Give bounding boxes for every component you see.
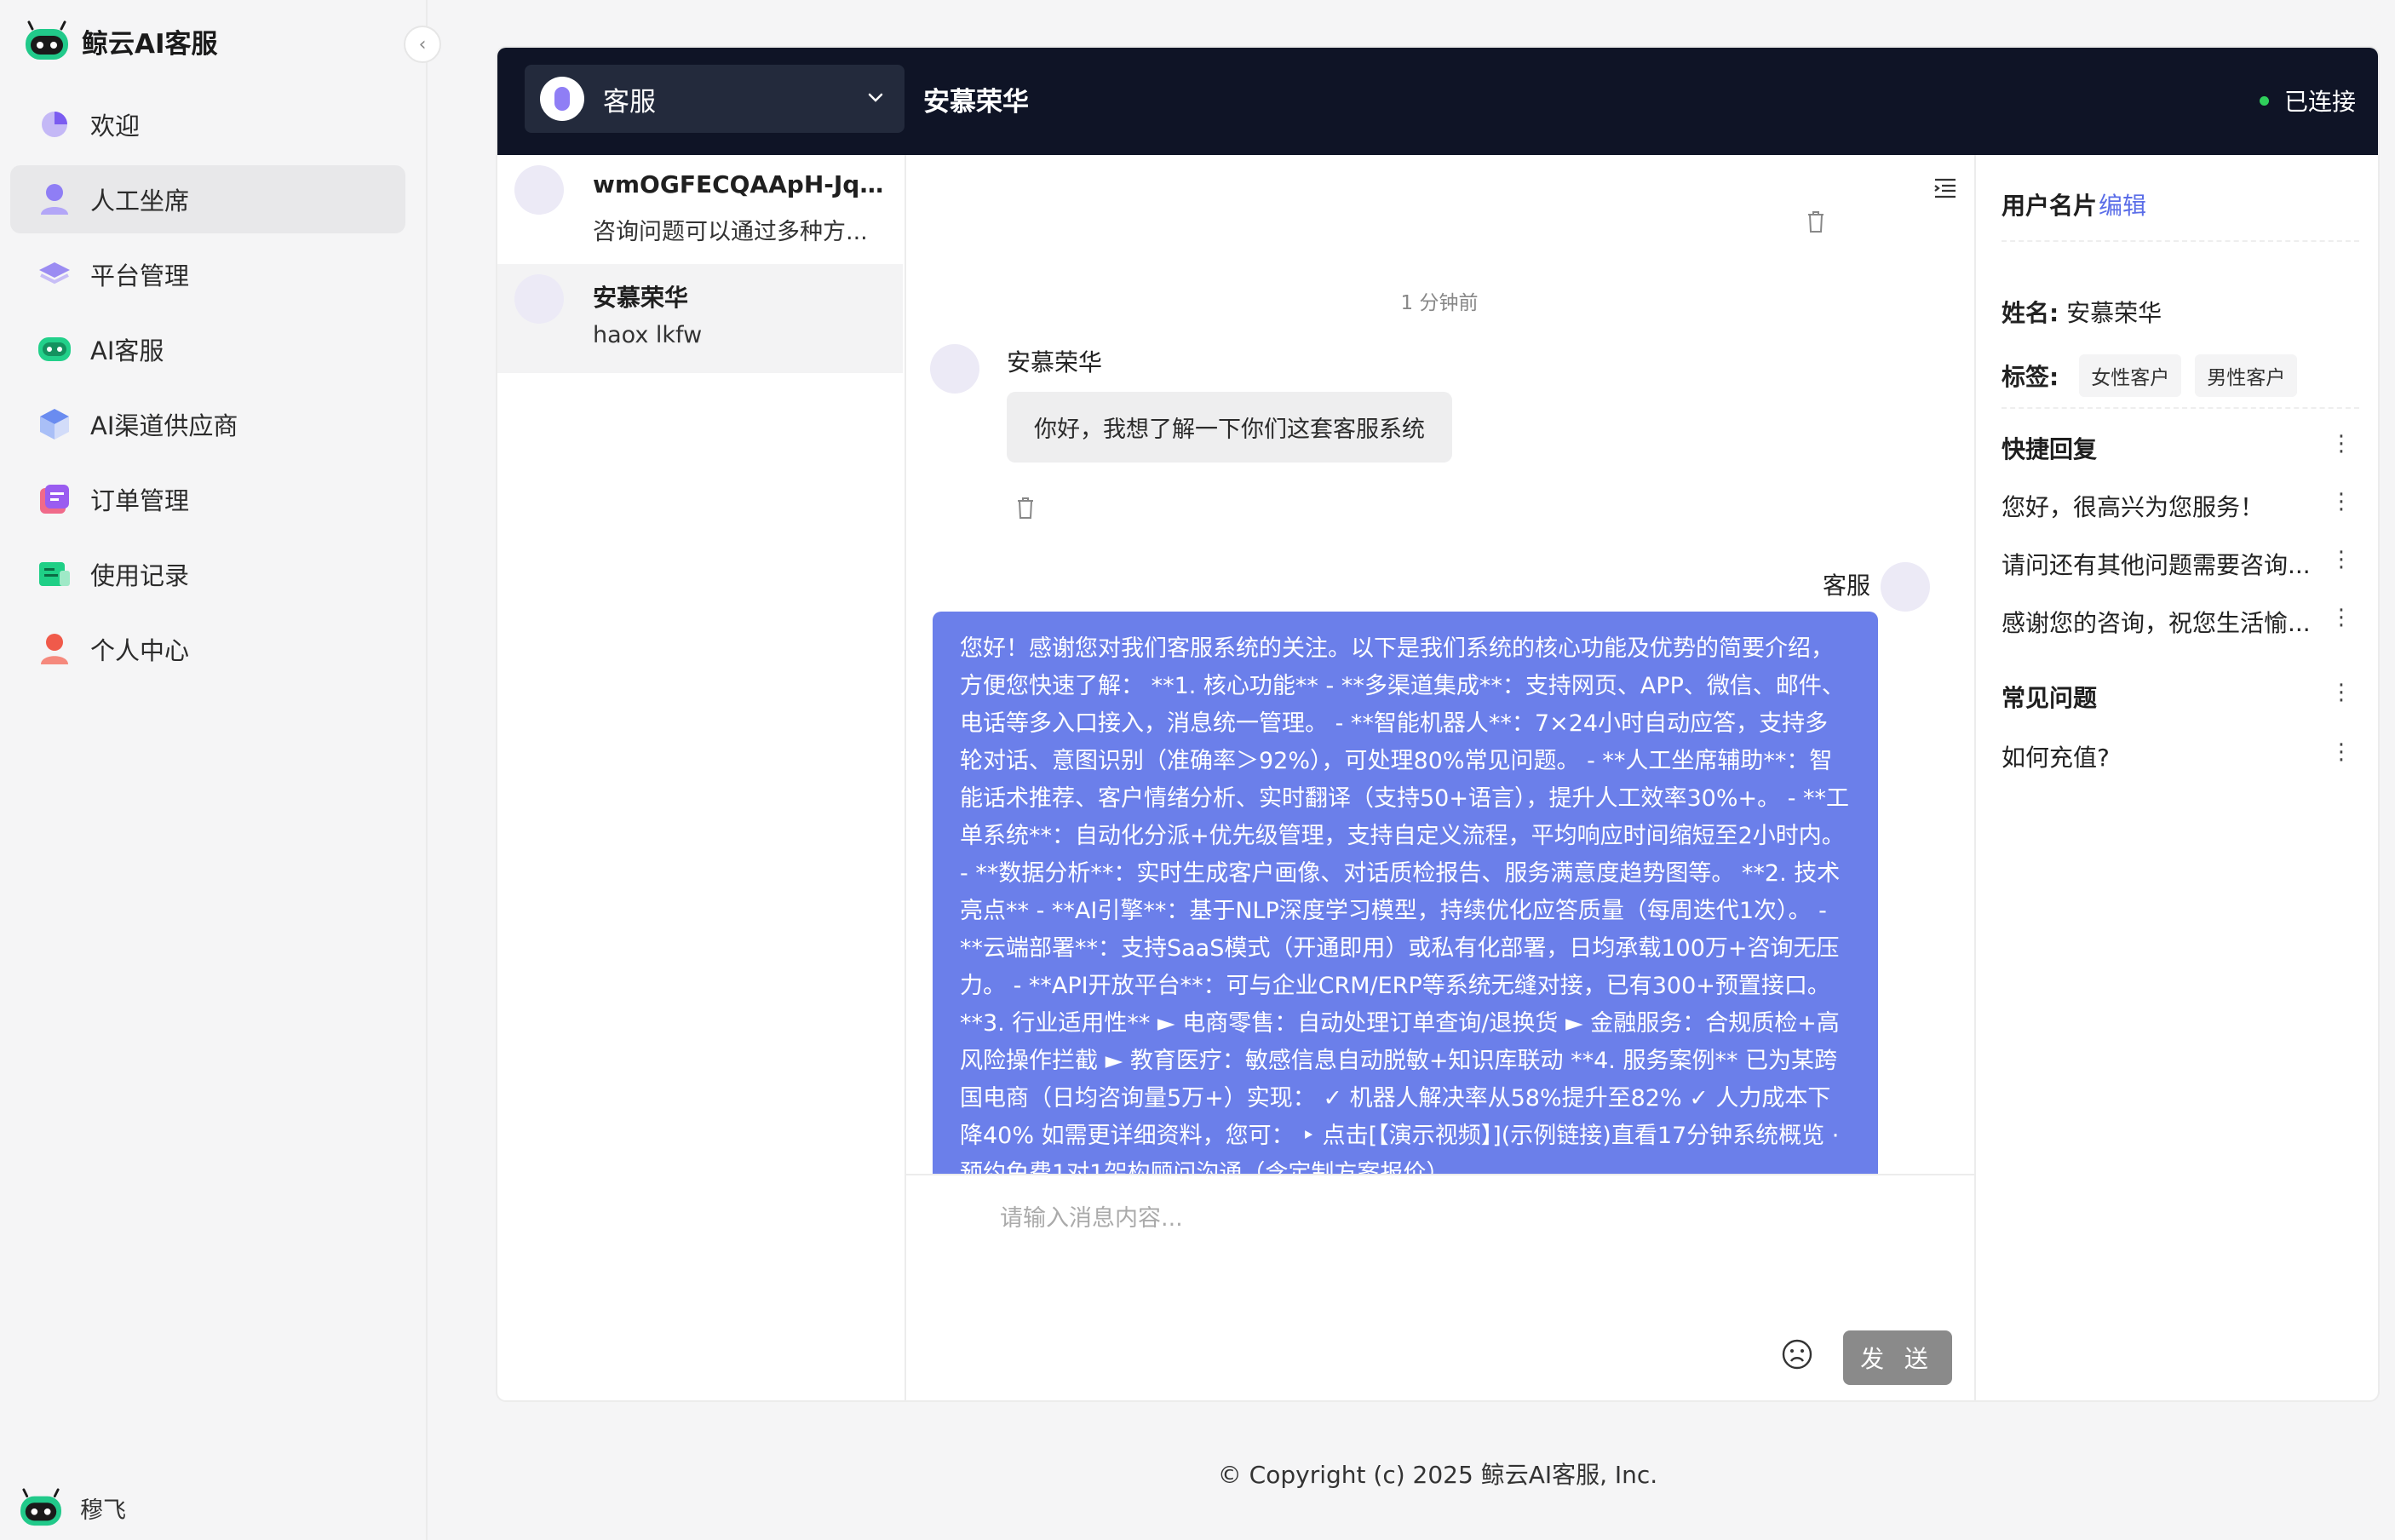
sidebar: 鲸云AI客服 ‹ 欢迎 人工坐席 平台管理 AI客服 AI渠道供应商 订单管理 … — [0, 0, 441, 1540]
layers-icon — [36, 256, 73, 293]
sidebar-item-platform[interactable]: 平台管理 — [10, 240, 405, 308]
order-icon — [36, 480, 73, 518]
tag-badge[interactable]: 女性客户 — [2079, 354, 2182, 397]
quick-reply-item[interactable]: 您好，很高兴为您服务！ — [2002, 489, 2317, 523]
conversation-preview: 咨询问题可以通过多种方... — [593, 219, 868, 245]
message-timestamp: 1 分钟前 — [1400, 292, 1479, 314]
sidebar-item-orders[interactable]: 订单管理 — [10, 465, 405, 533]
sidebar-item-welcome[interactable]: 欢迎 — [10, 90, 405, 158]
agent-select-value: 客服 — [603, 86, 656, 118]
conversation-item-active[interactable]: 安慕荣华 haox lkfw — [497, 264, 903, 373]
sidebar-item-ai-channel[interactable]: AI渠道供应商 — [10, 390, 405, 458]
sidebar-item-profile[interactable]: 个人中心 — [10, 615, 405, 683]
profile-name-row: 姓名: 安慕荣华 — [2002, 295, 2162, 329]
conversation-preview: haox lkfw — [593, 322, 703, 348]
divider — [2002, 240, 2359, 242]
user-center-icon — [36, 630, 73, 668]
avatar — [514, 165, 564, 215]
profile-title: 用户名片 — [2002, 192, 2098, 220]
profile-tags-row: 标签: 女性客户 男性客户 — [2002, 354, 2298, 397]
divider — [2002, 407, 2359, 409]
avatar — [514, 274, 564, 324]
message-input[interactable]: 请输入消息内容... — [1000, 1199, 1183, 1233]
chat-area: 1 分钟前 安慕荣华 你好，我想了解一下你们这套客服系统 客服 您好！感谢您对我… — [905, 155, 1974, 1400]
collapse-panel-icon[interactable] — [1933, 177, 1957, 203]
sidebar-item-label: AI渠道供应商 — [90, 411, 238, 440]
user-info-panel: 用户名片 编辑 姓名: 安慕荣华 标签: 女性客户 男性客户 快捷回复 ⋮ 您好… — [1974, 155, 2378, 1400]
avatar — [20, 1488, 61, 1526]
divider — [905, 1174, 1974, 1175]
sidebar-item-ai-service[interactable]: AI客服 — [10, 315, 405, 383]
avatar — [1881, 562, 1930, 612]
chat-topbar: 客服 安慕荣华 已连接 — [497, 48, 2378, 155]
person-icon — [36, 181, 73, 218]
conversation-list: wmOGFECQAApH-Jqh... 咨询问题可以通过多种方... 安慕荣华 … — [497, 155, 906, 1400]
sidebar-item-label: 使用记录 — [90, 561, 190, 590]
message-sender: 安慕荣华 — [1007, 348, 1103, 376]
quick-reply-item[interactable]: 请问还有其他问题需要咨询... — [2002, 547, 2317, 581]
sidebar-item-label: 人工坐席 — [90, 187, 190, 215]
faq-item[interactable]: 如何充值? — [2002, 739, 2110, 773]
more-icon[interactable]: ⋮ — [2330, 489, 2352, 514]
copyright: © Copyright (c) 2025 鲸云AI客服, Inc. — [1217, 1461, 1658, 1489]
sidebar-item-label: AI客服 — [90, 336, 164, 365]
conversation-name: 安慕荣华 — [593, 284, 689, 312]
agent-select[interactable]: 客服 — [525, 65, 905, 133]
quick-replies-title: 快捷回复 — [2002, 435, 2098, 463]
robot-icon — [36, 330, 73, 368]
sidebar-item-label: 平台管理 — [90, 261, 190, 290]
sidebar-item-agent-seat[interactable]: 人工坐席 — [10, 165, 405, 233]
tag-badge[interactable]: 男性客户 — [2195, 354, 2298, 397]
sidebar-item-label: 欢迎 — [90, 112, 141, 141]
more-icon[interactable]: ⋮ — [2330, 431, 2352, 457]
status-text: 已连接 — [2283, 88, 2356, 116]
send-button[interactable]: 发 送 — [1843, 1330, 1952, 1385]
faq-title: 常见问题 — [2002, 684, 2098, 712]
delete-message-icon[interactable] — [1015, 496, 1036, 523]
status-dot-icon — [2259, 95, 2269, 106]
conversation-name: wmOGFECQAApH-Jqh... — [593, 170, 887, 198]
cube-icon — [36, 405, 73, 443]
name-label: 姓名: — [2002, 299, 2059, 327]
more-icon[interactable]: ⋮ — [2330, 739, 2352, 765]
connection-status: 已连接 — [2259, 83, 2356, 118]
chat-title: 安慕荣华 — [923, 87, 1029, 118]
user-name: 穆飞 — [80, 1497, 126, 1524]
more-icon[interactable]: ⋮ — [2330, 605, 2352, 630]
agent-avatar — [540, 77, 584, 121]
more-icon[interactable]: ⋮ — [2330, 680, 2352, 705]
message-sender: 客服 — [1823, 572, 1871, 600]
chevron-left-icon: ‹ — [418, 33, 427, 55]
sidebar-item-usage-records[interactable]: 使用记录 — [10, 540, 405, 608]
more-icon[interactable]: ⋮ — [2330, 547, 2352, 572]
current-user[interactable]: 穆飞 — [19, 1482, 126, 1533]
name-value: 安慕荣华 — [2066, 299, 2162, 327]
delete-message-icon[interactable] — [1806, 210, 1826, 237]
sidebar-item-label: 订单管理 — [90, 486, 190, 515]
chevron-down-icon — [865, 83, 886, 114]
message-list[interactable]: 1 分钟前 安慕荣华 你好，我想了解一下你们这套客服系统 客服 您好！感谢您对我… — [905, 155, 1974, 1174]
robot-logo-icon — [26, 20, 68, 60]
record-icon — [36, 555, 73, 593]
pie-chart-icon — [36, 106, 73, 143]
incoming-message: 你好，我想了解一下你们这套客服系统 — [1007, 392, 1452, 463]
outgoing-message: 您好！感谢您对我们客服系统的关注。以下是我们系统的核心功能及优势的简要介绍，方便… — [933, 612, 1878, 1174]
tags-label: 标签: — [2002, 363, 2059, 391]
edit-profile-link[interactable]: 编辑 — [2099, 187, 2146, 221]
emoji-icon[interactable] — [1780, 1337, 1814, 1375]
conversation-item[interactable]: wmOGFECQAApH-Jqh... 咨询问题可以通过多种方... — [497, 155, 903, 264]
collapse-sidebar-button[interactable]: ‹ — [404, 26, 441, 63]
avatar — [930, 344, 979, 394]
logo[interactable]: 鲸云AI客服 — [24, 15, 218, 66]
sidebar-item-label: 个人中心 — [90, 636, 190, 665]
main-panel: 客服 安慕荣华 已连接 wmOGFECQAApH-Jqh... 咨询问题可以通过… — [496, 46, 2380, 1402]
app-name: 鲸云AI客服 — [82, 28, 218, 60]
quick-reply-item[interactable]: 感谢您的咨询，祝您生活愉... — [2002, 605, 2317, 639]
